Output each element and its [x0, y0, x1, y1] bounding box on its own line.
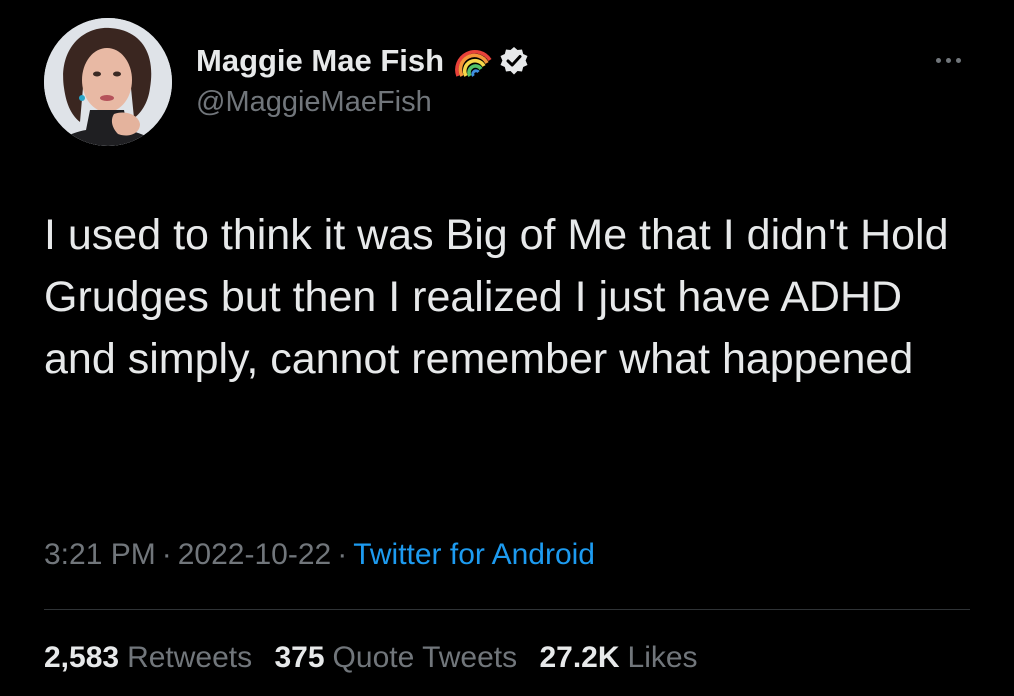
author-name-row[interactable]: Maggie Mae Fish [196, 42, 530, 80]
quote-tweets-count: 375 [274, 641, 325, 674]
retweets-label: Retweets [127, 641, 253, 674]
verified-icon [500, 47, 528, 75]
likes-label: Likes [627, 641, 698, 674]
tweet-meta: 3:21 PM · 2022-10-22 · Twitter for Android [44, 538, 595, 572]
likes-stat[interactable]: 27.2K Likes [539, 641, 697, 674]
meta-separator: · [337, 538, 348, 571]
avatar[interactable] [44, 18, 172, 146]
likes-count: 27.2K [539, 641, 620, 674]
more-options-button[interactable] [928, 48, 968, 72]
quote-tweets-label: Quote Tweets [332, 641, 518, 674]
tweet-date[interactable]: 2022-10-22 [178, 538, 331, 571]
tweet-time[interactable]: 3:21 PM [44, 538, 156, 571]
retweets-count: 2,583 [44, 641, 120, 674]
tweet-text: I used to think it was Big of Me that I … [44, 211, 949, 383]
retweets-stat[interactable]: 2,583 Retweets [44, 641, 252, 674]
tweet-stats: 2,583 Retweets 375 Quote Tweets 27.2K Likes [44, 641, 712, 675]
more-dot-icon [935, 57, 941, 63]
author-handle[interactable]: @MaggieMaeFish [196, 86, 432, 119]
author-display-name[interactable]: Maggie Mae Fish [196, 42, 444, 80]
tweet-source-link[interactable]: Twitter for Android [353, 538, 595, 571]
divider [44, 609, 970, 610]
quote-tweets-stat[interactable]: 375 Quote Tweets [274, 641, 517, 674]
more-dot-icon [945, 57, 951, 63]
more-dot-icon [955, 57, 961, 63]
avatar-image [44, 18, 172, 146]
rainbow-icon [455, 49, 492, 77]
meta-separator: · [161, 538, 172, 571]
